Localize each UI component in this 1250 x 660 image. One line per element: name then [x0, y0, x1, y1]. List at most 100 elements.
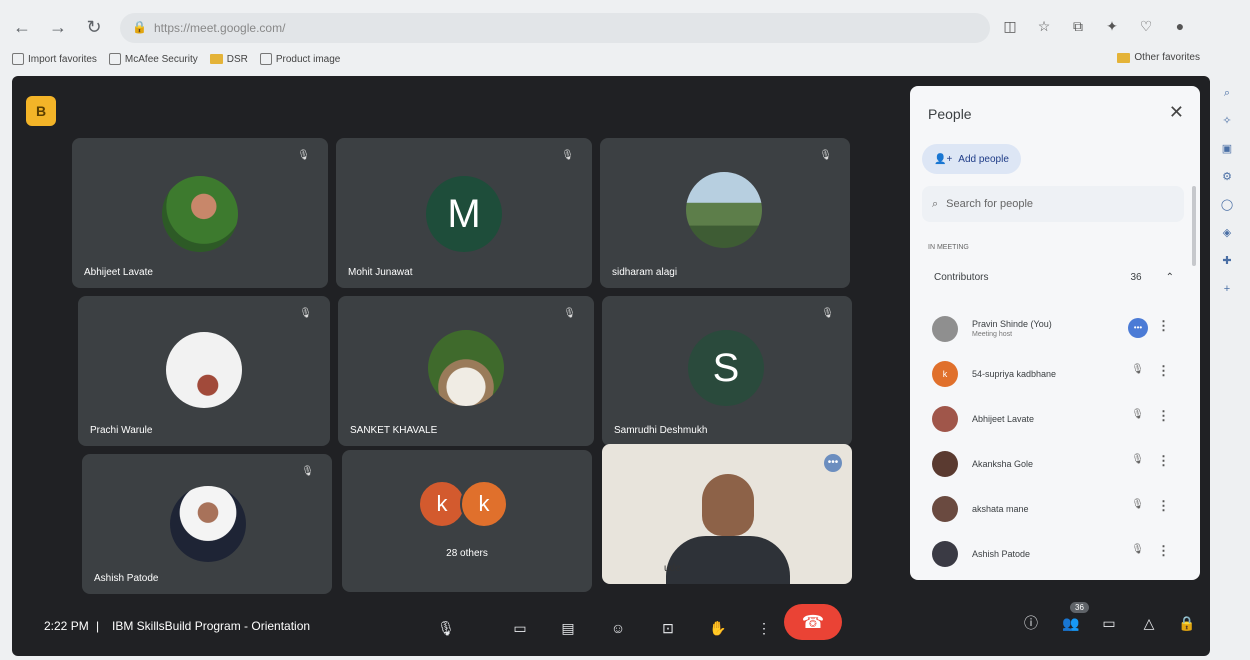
browser-essentials-icon[interactable]: ♡	[1136, 16, 1156, 36]
list-item[interactable]: akshata mane 🎙 ⋮	[932, 486, 1178, 531]
list-item[interactable]: Ashish Patode 🎙 ⋮	[932, 531, 1178, 576]
address-url: https://meet.google.com/	[154, 21, 286, 35]
participant-name: SANKET KHAVALE	[350, 425, 438, 436]
section-label: IN MEETING	[928, 244, 969, 251]
self-body	[666, 536, 790, 584]
contributors-header[interactable]: Contributors 36 ⌃	[934, 272, 1174, 283]
person-info: 54-supriya kadbhane	[972, 369, 1056, 379]
self-view-tile[interactable]: ••• ude	[602, 444, 852, 584]
chevron-up-icon[interactable]: ⌃	[1166, 272, 1174, 283]
profile-icon[interactable]: ●	[1170, 16, 1190, 36]
kebab-menu-icon[interactable]: ⋮	[1157, 498, 1170, 514]
import-icon	[12, 53, 24, 65]
emoji-button[interactable]: ☺	[600, 610, 636, 646]
participant-tile[interactable]: 🎙 Abhijeet Lavate	[72, 138, 328, 288]
kebab-menu-icon[interactable]: ⋮	[1157, 318, 1170, 334]
page-icon	[108, 53, 121, 65]
muted-mic-icon: 🎙	[301, 466, 314, 477]
tools-icon[interactable]: ⚙	[1220, 170, 1234, 184]
participant-tile[interactable]: 🎙 SANKET KHAVALE	[338, 296, 594, 446]
muted-mic-icon: 🎙	[561, 150, 574, 161]
toolbar-icons: ◫ ☆ ⧉ ✦ ♡ ●	[1000, 16, 1190, 36]
participant-name: Abhijeet Lavate	[84, 267, 153, 278]
panel-title: People	[928, 106, 972, 122]
bookmark-label: Product image	[275, 53, 341, 65]
meeting-details-icon[interactable]: ⓘ	[1020, 612, 1042, 634]
participant-avatar: k	[460, 480, 508, 528]
search-placeholder: Search for people	[946, 198, 1034, 210]
people-icon[interactable]: 👥	[1060, 612, 1082, 634]
office-icon[interactable]: ◯	[1220, 198, 1234, 212]
muted-mic-icon: 🎙	[1131, 544, 1144, 555]
forward-icon[interactable]: →	[44, 13, 72, 41]
activities-icon[interactable]: △	[1138, 612, 1160, 634]
end-call-button[interactable]: ☎	[784, 604, 842, 640]
meeting-info-badge[interactable]: B	[26, 96, 56, 126]
more-options-icon[interactable]: •••	[1128, 318, 1148, 338]
participant-tile[interactable]: 🎙 Ashish Patode	[82, 454, 332, 594]
other-favorites[interactable]: Other favorites	[1117, 52, 1200, 63]
folder-icon	[209, 54, 223, 64]
shopping-icon[interactable]: ▣	[1220, 142, 1234, 156]
list-item[interactable]: Abhijeet Lavate 🎙 ⋮	[932, 396, 1178, 441]
meeting-time: 2:22 PM	[44, 619, 89, 633]
outlook-icon[interactable]: ◈	[1220, 226, 1234, 240]
participant-tile[interactable]: 🎙 M Mohit Junawat	[336, 138, 592, 288]
captions-button[interactable]: ▤	[550, 610, 586, 646]
bookmark-item[interactable]: McAfee Security	[108, 53, 198, 65]
games-icon[interactable]: ✚	[1220, 254, 1234, 268]
participant-tile[interactable]: 🎙 S Samrudhi Deshmukh	[602, 296, 852, 446]
person-avatar	[932, 495, 958, 522]
collections-icon[interactable]: ⧉	[1068, 16, 1088, 36]
chat-icon[interactable]: ▭	[1098, 612, 1120, 634]
search-people-input[interactable]: ⌕ Search for people	[922, 186, 1184, 222]
split-screen-icon[interactable]: ◫	[1000, 16, 1020, 36]
muted-mic-icon: 🎙	[297, 150, 310, 161]
kebab-menu-icon[interactable]: ⋮	[1157, 543, 1170, 559]
host-controls-icon[interactable]: 🔒	[1176, 612, 1198, 634]
person-info: Akanksha Gole	[972, 459, 1033, 469]
more-options-icon[interactable]: •••	[824, 454, 842, 472]
list-item[interactable]: Akanksha Gole 🎙 ⋮	[932, 441, 1178, 486]
person-name: Ashish Patode	[972, 548, 1031, 559]
person-name: Abhijeet Lavate	[972, 413, 1035, 424]
refresh-icon[interactable]: ↻	[80, 13, 108, 41]
bookmark-item[interactable]: DSR	[209, 53, 248, 65]
participant-tile[interactable]: 🎙 sidharam alagi	[600, 138, 850, 288]
person-name: Pravin Shinde (You)	[972, 319, 1052, 329]
participant-tile[interactable]: 🎙 Prachi Warule	[78, 296, 330, 446]
search-icon[interactable]: ⌕	[1220, 86, 1234, 100]
add-icon[interactable]: +	[1220, 282, 1234, 296]
copilot-icon[interactable]: ✧	[1220, 114, 1234, 128]
favorites-icon[interactable]: ☆	[1034, 16, 1054, 36]
kebab-menu-icon[interactable]: ⋮	[1157, 453, 1170, 469]
contributors-count: 36	[1130, 272, 1142, 283]
extensions-icon[interactable]: ✦	[1102, 16, 1122, 36]
participant-avatar: S	[688, 330, 764, 406]
folder-icon	[1117, 52, 1131, 63]
bookmark-item[interactable]: Import favorites	[12, 53, 97, 65]
participant-name: Samrudhi Deshmukh	[614, 425, 708, 436]
participant-name: Mohit Junawat	[348, 267, 413, 278]
address-bar[interactable]: 🔒 https://meet.google.com/	[120, 13, 990, 43]
list-item[interactable]: k 54-supriya kadbhane 🎙 ⋮	[932, 351, 1178, 396]
camera-button[interactable]: ▭	[502, 610, 538, 646]
kebab-menu-icon[interactable]: ⋮	[1157, 408, 1170, 424]
more-options-button[interactable]: ⋮	[746, 610, 782, 646]
kebab-menu-icon[interactable]: ⋮	[1157, 363, 1170, 379]
lock-icon: 🔒	[132, 20, 147, 34]
person-role: Meeting host	[972, 331, 1013, 338]
add-people-button[interactable]: 👤+ Add people	[922, 144, 1021, 174]
others-tile[interactable]: k k 28 others	[342, 450, 592, 592]
present-button[interactable]: ⊡	[650, 610, 686, 646]
panel-scrollbar[interactable]	[1192, 186, 1196, 266]
back-icon[interactable]: ←	[8, 13, 36, 41]
close-icon[interactable]: ✕	[1169, 102, 1184, 123]
list-item[interactable]: Pravin Shinde (You) Meeting host ••• ⋮	[932, 306, 1178, 351]
bookmark-item[interactable]: Product image	[259, 53, 341, 65]
microphone-button[interactable]: 🎙	[428, 610, 464, 646]
raise-hand-button[interactable]: ✋	[700, 610, 736, 646]
person-info: Pravin Shinde (You) Meeting host	[972, 319, 1052, 338]
bookmark-label: DSR	[226, 53, 248, 65]
search-icon: ⌕	[932, 197, 939, 210]
